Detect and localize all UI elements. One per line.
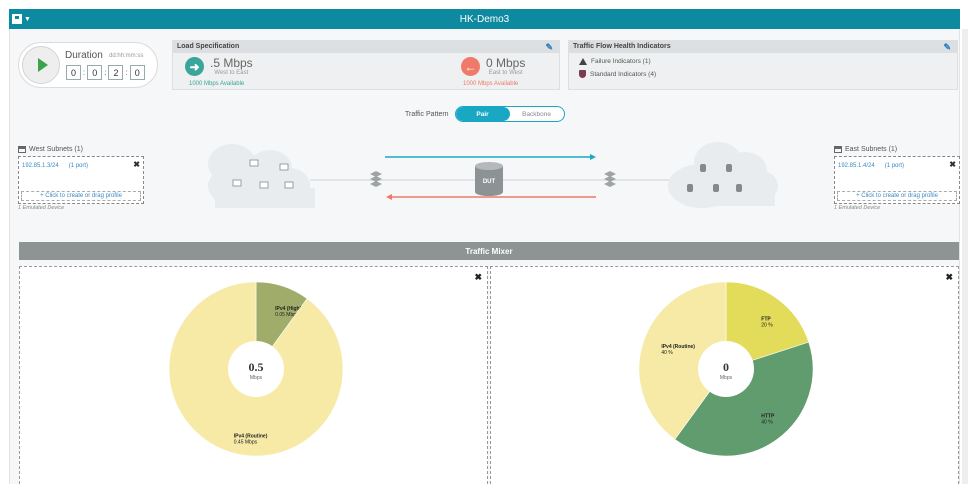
west-available: 1000 Mbps Available [189,81,245,87]
arrow-right-icon [590,154,596,160]
duration-minutes[interactable]: 2 [108,65,124,80]
east-subnets: East Subnets (1) 192.85.1.4/24 (1 port) ✖… [834,146,960,211]
west-subnets-title: West Subnets (1) [29,146,83,153]
mixer-right-panel[interactable]: ✖ FTP 20 % HTTP 40 % IPv4 (Routine) 40 % 0 Mbps [490,266,959,484]
load-spec-title: Load Specification [177,43,240,50]
east-to-west-load[interactable]: ← 0 Mbps East to West [461,57,525,77]
pie-center-value: 0.5 [249,360,264,374]
pattern-option-pair[interactable]: Pair [455,107,510,121]
network-icon [18,146,26,153]
standard-indicators[interactable]: Standard Indicators (4) [579,70,656,78]
west-create-profile[interactable]: + Click to create or drag profile [21,191,141,201]
east-to-west-value: 0 Mbps [486,56,526,70]
west-subnet-dropzone[interactable]: 192.85.1.3/24 (1 port) ✖ + Click to creat… [18,156,144,204]
save-menu-button[interactable]: ▼ [12,12,32,26]
remove-east-subnet-icon[interactable]: ✖ [949,160,956,169]
west-to-east-load[interactable]: ➜ .5 Mbps West to East [185,57,253,77]
east-emulated-count: 1 Emulated Device [834,205,881,211]
duration-hours[interactable]: 0 [87,65,103,80]
flow-health-title: Traffic Flow Health Indicators [573,43,671,50]
network-topology: DUT [208,142,778,208]
dut-label: DUT [483,179,496,185]
mixer-left-panel[interactable]: ✖ IPv4 (High) 0.05 Mbps IPv4 (Routine) 0.45… [19,266,488,484]
west-subnets: West Subnets (1) 192.85.1.3/24 (1 port) ✖… [18,146,144,211]
pie-slice-value: 40 % [761,420,773,426]
traffic-pattern-label: Traffic Pattern [405,110,449,118]
west-emulated-count: 1 Emulated Device [18,205,65,211]
traffic-pattern: Traffic Pattern Pair Backbone [405,106,565,122]
pattern-option-backbone[interactable]: Backbone [510,107,564,121]
edit-load-icon[interactable]: ✎ [545,42,553,53]
duration-digits: 0 : 0 : 2 : 0 [66,65,145,80]
pie-center-unit: Mbps [250,375,263,381]
duration-days[interactable]: 0 [66,65,81,80]
pie-slice-value: 40 % [661,350,673,356]
failure-indicators[interactable]: Failure Indicators (1) [579,58,651,65]
traffic-pattern-toggle[interactable]: Pair Backbone [454,106,565,122]
network-icon [834,146,842,153]
pie-center-value: 0 [723,360,729,374]
west-to-east-value: .5 Mbps [210,56,253,70]
traffic-mixer-title: Traffic Mixer [465,246,513,256]
remove-west-subnet-icon[interactable]: ✖ [133,160,140,169]
pie-slice-value: 20 % [761,322,773,328]
pie-center-unit: Mbps [720,375,733,381]
window-titlebar: ▼ HK-Demo3 [9,9,960,29]
arrow-right-icon: ➜ [185,57,204,76]
shield-icon [579,70,586,78]
west-switch-icon [370,171,382,187]
scrollbar[interactable] [962,29,968,484]
arrow-left-icon [386,194,392,200]
west-to-east-label: West to East [214,70,249,76]
arrow-left-icon: ← [461,57,480,76]
east-available: 1000 Mbps Available [463,81,519,87]
west-cloud[interactable] [208,144,315,208]
play-button[interactable] [22,46,60,84]
close-right-mixer-icon[interactable]: ✖ [945,272,953,283]
play-icon [37,58,48,72]
east-switch-icon [604,171,616,187]
chevron-down-icon: ▼ [24,15,31,23]
right-traffic-pie[interactable]: FTP20 %HTTP40 %IPv4 (Routine)40 %0Mbps [638,281,814,457]
pie-slice-value: 0.45 Mbps [234,439,258,445]
duration-control: Duration dd:hh:mm:ss 0 : 0 : 2 : 0 [18,42,158,88]
close-left-mixer-icon[interactable]: ✖ [474,272,482,283]
window-title: HK-Demo3 [459,13,510,25]
west-subnet-entry[interactable]: 192.85.1.3/24 (1 port) [22,163,88,169]
east-subnets-title: East Subnets (1) [845,146,898,153]
edit-health-icon[interactable]: ✎ [943,42,951,53]
save-icon [12,14,22,24]
left-traffic-pie[interactable]: IPv4 (High)0.05 MbpsIPv4 (Routine)0.45 M… [168,281,344,457]
duration-seconds[interactable]: 0 [129,65,145,80]
duration-format: dd:hh:mm:ss [109,53,144,59]
east-create-profile[interactable]: + Click to create or drag profile [837,191,957,201]
duration-label: Duration [65,50,103,61]
traffic-mixer-header: Traffic Mixer [19,242,959,260]
east-subnet-dropzone[interactable]: 192.85.1.4/24 (1 port) ✖ + Click to creat… [834,156,960,204]
east-subnet-entry[interactable]: 192.85.1.4/24 (1 port) [838,163,904,169]
east-cloud[interactable] [668,142,778,208]
load-spec-panel: Load Specification ✎ ➜ .5 Mbps West to E… [172,40,560,90]
warning-icon [579,58,587,65]
flow-health-panel: Traffic Flow Health Indicators ✎ Failure… [568,40,958,90]
east-to-west-label: East to West [488,70,523,76]
